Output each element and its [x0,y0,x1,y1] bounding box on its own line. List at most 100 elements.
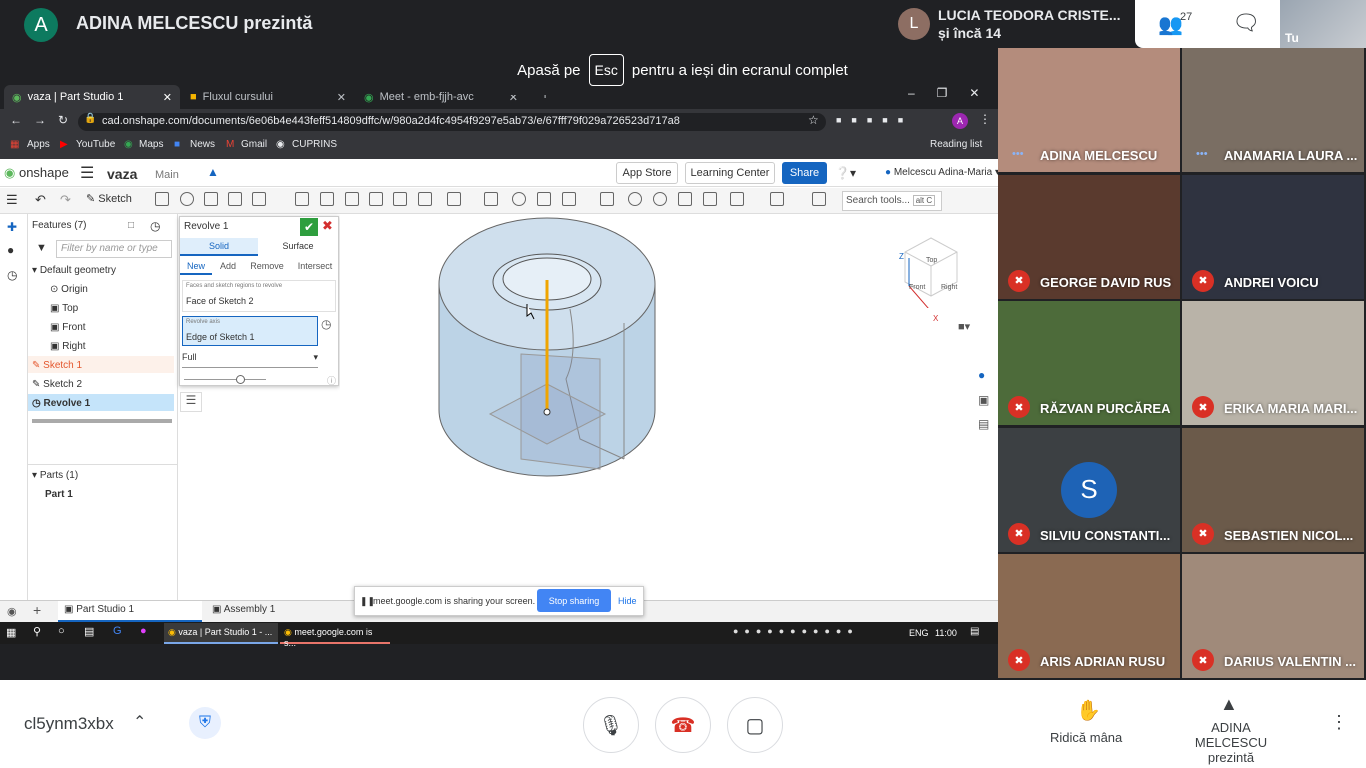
op-new[interactable]: New [180,258,212,275]
hide-link[interactable]: Hide [618,596,637,606]
move-face-icon[interactable] [678,192,692,206]
participant-tile[interactable]: ✖ RĂZVAN PURCĂREA [998,301,1180,425]
search-icon[interactable]: ⚲ [33,625,41,638]
measure-icon[interactable]: ▤ [978,417,989,431]
chat-icon[interactable]: 🗨 [1232,10,1260,36]
extension-icons[interactable]: ■■■■■ [836,115,946,127]
bookmark-cuprins[interactable]: CUPRINS [292,139,337,150]
parts-group[interactable]: ▾ Parts (1) [32,470,78,481]
onshape-logo[interactable]: ◉ onshape [4,165,69,181]
microphone-button[interactable]: 🎙 [583,697,639,753]
language-indicator[interactable]: ENG [909,628,929,638]
share-button[interactable]: Share [782,162,827,184]
accept-check-icon[interactable]: ✔ [300,218,318,236]
chamfer-icon[interactable] [320,192,334,206]
part-item[interactable]: Part 1 [45,489,73,500]
op-intersect[interactable]: Intersect [292,258,338,275]
filter-icon[interactable]: ▼ [36,242,47,254]
revolve-icon[interactable] [180,192,194,206]
comments-icon[interactable]: ● [7,243,14,257]
profile-avatar[interactable]: A [952,113,968,129]
undo-icon[interactable]: ↶ [35,192,46,208]
modify-fillet-icon[interactable] [628,192,642,206]
learning-center-button[interactable]: Learning Center [685,162,775,184]
camera-button[interactable]: ▢ [727,697,783,753]
tab-part-studio[interactable]: ▣ Part Studio 1 [58,601,202,622]
raise-hand-icon[interactable]: ✋ [1076,698,1101,723]
bookmark-gmail[interactable]: Gmail [241,139,267,150]
participant-tile[interactable]: S ✖ SILVIU CONSTANTI... [998,427,1180,552]
browser-tab-onshape[interactable]: ◉ vaza | Part Studio 1 ✕ [4,85,180,109]
chevron-up-icon[interactable]: ⌃ [133,712,146,732]
search-tools-input[interactable]: Search tools... alt C [842,191,942,211]
help-icon[interactable]: ⓘ [327,374,336,387]
tab-solid[interactable]: Solid [180,238,258,256]
rib-icon[interactable] [369,192,383,206]
vase-part[interactable] [438,217,656,477]
section-view-icon[interactable]: ▣ [978,393,989,407]
revolve-type-select[interactable]: Full ▾ [182,352,318,368]
delete-part-icon[interactable] [600,192,614,206]
user-menu[interactable]: ● Melcescu Adina-Maria ▾ [885,167,1000,178]
op-add[interactable]: Add [214,258,242,275]
slider-track[interactable] [184,379,266,380]
presenting-label[interactable]: ADINA MELCESCU prezintă [1175,720,1287,765]
tree-item-right[interactable]: ▣ Right [50,341,86,352]
tab-manager-icon[interactable]: ◉ [7,605,17,618]
tree-item-origin[interactable]: ⊙ Origin [50,284,88,295]
extrude-icon[interactable] [155,192,169,206]
nav-buttons[interactable]: ←→↻ [10,113,80,127]
document-name[interactable]: vaza [107,166,137,182]
rollback-icon[interactable]: ◷ [150,219,160,233]
replace-face-icon[interactable] [703,192,717,206]
transform-icon[interactable] [562,192,576,206]
default-geometry-group[interactable]: ▾ Default geometry [32,265,116,276]
bookmark-maps[interactable]: Maps [139,139,163,150]
drop-icon[interactable]: ● [140,625,147,637]
leave-call-button[interactable]: ☎ [655,697,711,753]
bookmark-apps[interactable]: Apps [27,139,50,150]
notification-icon[interactable]: ▤ [970,626,979,637]
slider-thumb[interactable] [236,375,245,384]
raise-hand-label[interactable]: Ridică mâna [1050,730,1122,745]
tab-assembly[interactable]: ▣ Assembly 1 [212,604,275,615]
close-icon[interactable]: ✕ [163,91,172,104]
more-options-icon[interactable]: ⋮ [1330,712,1348,733]
google-icon[interactable]: G [113,625,122,637]
app-store-button[interactable]: App Store [616,162,678,184]
mate-connector-icon[interactable] [770,192,784,206]
view-options-icon[interactable]: ■▾ [958,320,970,333]
sweep-icon[interactable] [204,192,218,206]
pattern-icon[interactable] [447,192,461,206]
list-icon[interactable]: ☰ [180,392,202,412]
hamburger-icon[interactable]: ☰ [80,163,94,183]
configurations-icon[interactable]: ✚ [7,220,17,234]
participant-tile[interactable]: ✖ ERIKA MARIA MARI... [1182,301,1364,425]
add-custom-feature-icon[interactable] [812,192,826,206]
tree-item-top[interactable]: ▣ Top [50,303,78,314]
help-icon[interactable]: ❔▾ [835,166,856,180]
branch-name[interactable]: Main [155,169,179,181]
taskbar-item-onshape[interactable]: ◉ vaza | Part Studio 1 - ... [164,623,278,644]
shield-icon[interactable]: ⛨ [189,707,221,739]
sketch-button[interactable]: ✎ Sketch [86,192,132,205]
view-cube-top[interactable]: Top [926,257,937,264]
op-remove[interactable]: Remove [246,258,288,275]
add-folder-icon[interactable]: □ [128,220,134,231]
redo-icon[interactable]: ↷ [60,192,71,208]
task-view-icon[interactable]: ▤ [84,625,94,638]
tab-surface[interactable]: Surface [258,238,338,256]
participant-tile[interactable]: ••• ANAMARIA LAURA ... [1182,48,1364,172]
mirror-icon[interactable] [484,192,498,206]
system-tray-icons[interactable]: ●●●●●●●●●●● [733,626,859,636]
thicken-icon[interactable] [252,192,266,206]
filter-input[interactable]: Filter by name or type [56,240,172,258]
present-screen-icon[interactable]: ▲ [1220,694,1238,715]
window-controls[interactable]: –❐✕ [908,86,1002,100]
shell-icon[interactable] [393,192,407,206]
browser-tab-flux[interactable]: ■ Fluxul cursului ✕ [182,85,354,109]
cortana-icon[interactable]: ○ [58,625,65,637]
participant-tile[interactable]: ✖ GEORGE DAVID RUS [998,174,1180,299]
participant-tile[interactable]: ••• ADINA MELCESCU [998,48,1180,172]
loft-icon[interactable] [228,192,242,206]
